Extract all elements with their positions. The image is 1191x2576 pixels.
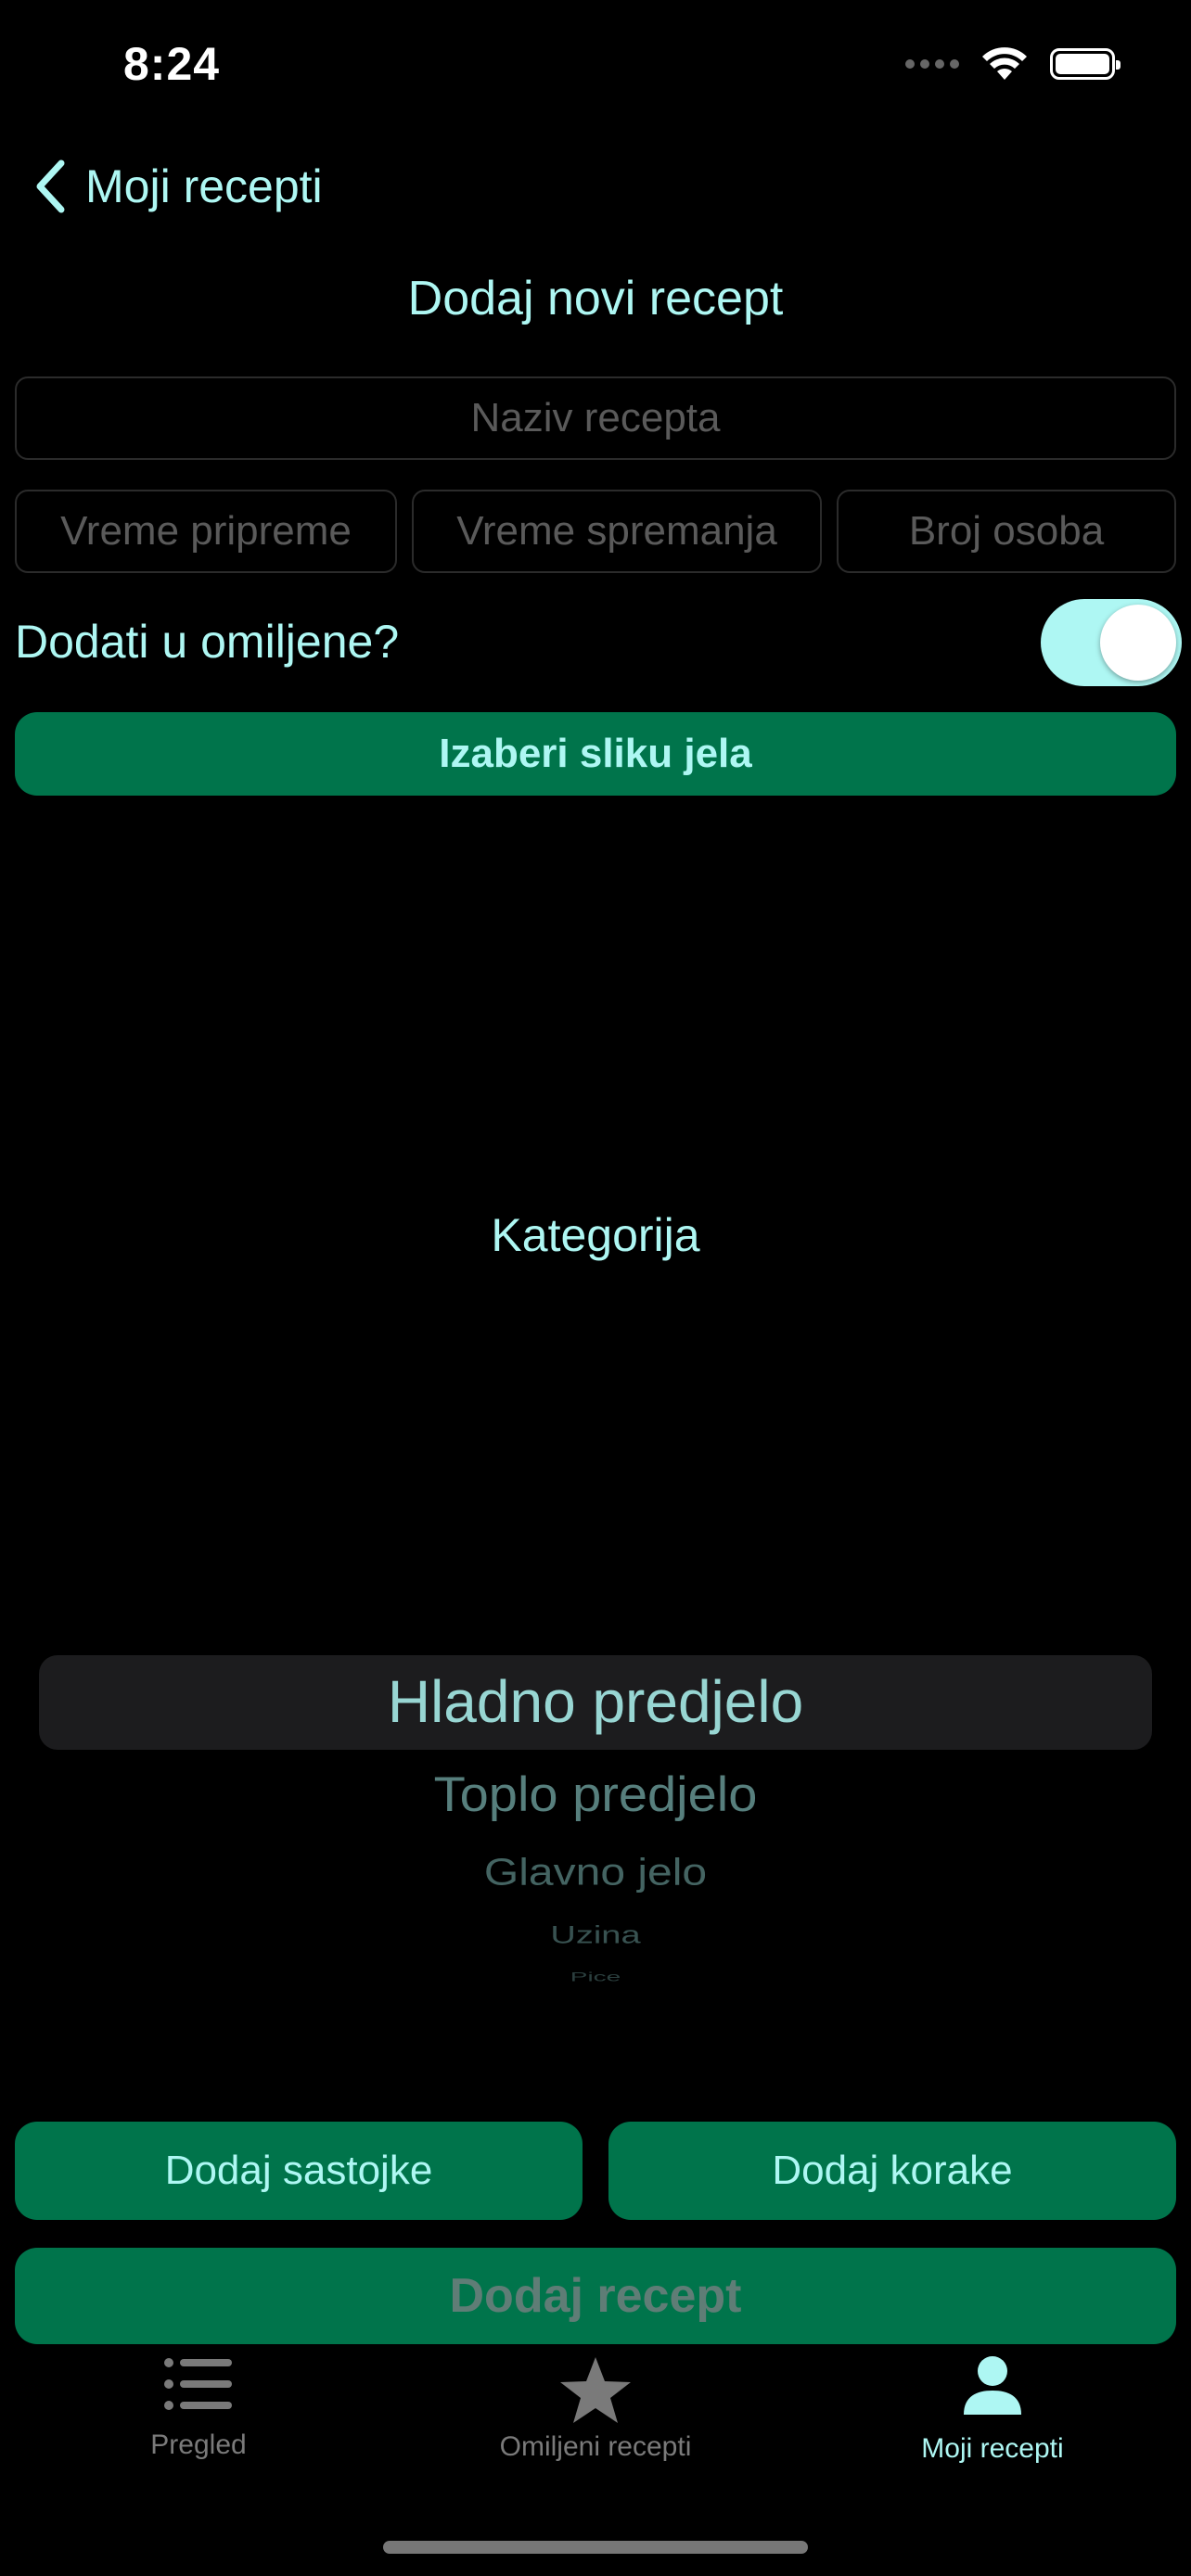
picker-option[interactable]: Glavno jelo [0, 1851, 1191, 1894]
add-steps-button[interactable]: Dodaj korake [608, 2122, 1176, 2220]
star-icon [560, 2357, 631, 2423]
tab-pregled[interactable]: Pregled [0, 2355, 397, 2461]
tab-label: Pregled [150, 2429, 247, 2460]
recipe-name-field[interactable] [15, 376, 1176, 460]
servings-input[interactable] [839, 507, 1174, 555]
category-label: Kategorija [491, 1209, 700, 1261]
add-ingredients-button[interactable]: Dodaj sastojke [15, 2122, 583, 2220]
battery-icon [1050, 48, 1121, 80]
picker-option[interactable]: Toplo predjelo [0, 1766, 1191, 1823]
chevron-left-icon [36, 159, 65, 213]
picker-option[interactable]: Hladno predjelo [0, 1667, 1191, 1736]
home-indicator [383, 2541, 808, 2554]
pick-image-button[interactable]: Izaberi sliku jela [15, 712, 1176, 796]
tab-moji-recepti[interactable]: Moji recepti [794, 2355, 1191, 2465]
list-icon [164, 2358, 232, 2410]
status-icons [905, 46, 1121, 82]
status-time: 8:24 [123, 38, 221, 90]
prep-time-field[interactable] [15, 490, 397, 573]
tab-omiljeni[interactable]: Omiljeni recepti [397, 2355, 794, 2463]
cook-time-input[interactable] [414, 507, 820, 555]
favorite-toggle[interactable] [1041, 599, 1182, 686]
wifi-icon [982, 47, 1027, 80]
recipe-name-input[interactable] [17, 394, 1174, 442]
back-button[interactable]: Moji recepti [33, 159, 323, 213]
add-recipe-button[interactable]: Dodaj recept [15, 2248, 1176, 2344]
servings-field[interactable] [837, 490, 1176, 573]
picker-option[interactable]: Pice [0, 1970, 1191, 1984]
tab-bar: Pregled Omiljeni recepti Moji recepti [0, 2355, 1191, 2504]
tab-label: Omiljeni recepti [499, 2431, 692, 2462]
person-icon [964, 2356, 1021, 2415]
cook-time-field[interactable] [412, 490, 822, 573]
prep-time-input[interactable] [17, 507, 395, 555]
page-title: Dodaj novi recept [407, 272, 784, 325]
tab-label: Moji recepti [921, 2433, 1064, 2464]
toggle-knob [1100, 605, 1176, 681]
picker-option[interactable]: Uzina [0, 1921, 1191, 1949]
cellular-icon [905, 59, 959, 69]
back-label: Moji recepti [85, 160, 323, 212]
favorite-label: Dodati u omiljene? [15, 616, 400, 668]
